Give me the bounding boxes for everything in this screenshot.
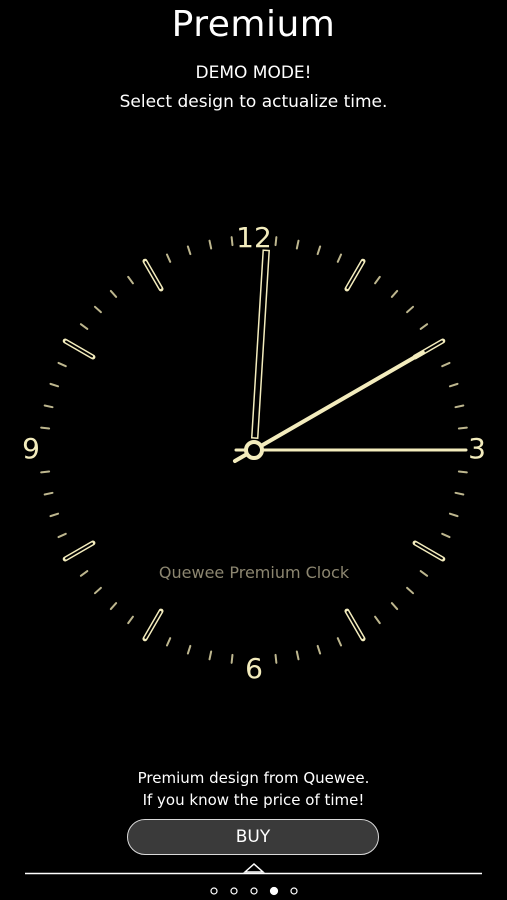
minute-tick xyxy=(419,323,429,330)
minute-tick xyxy=(230,236,234,247)
minute-tick xyxy=(43,404,54,409)
minute-tick xyxy=(79,570,89,577)
page-dot[interactable] xyxy=(290,887,298,895)
page-dot-active[interactable] xyxy=(269,886,279,896)
minute-tick xyxy=(274,653,278,664)
minute-tick xyxy=(406,305,415,314)
numeral-6: 6 xyxy=(245,652,263,685)
minute-tick xyxy=(316,245,322,256)
hour-tick-inner xyxy=(144,261,162,290)
minute-tick xyxy=(49,512,60,518)
hour-tick-inner xyxy=(414,542,443,560)
minute-tick xyxy=(374,615,381,625)
page-dot[interactable] xyxy=(210,887,218,895)
buy-button[interactable]: BUY xyxy=(127,819,379,855)
minute-tick xyxy=(49,382,60,388)
numeral-3: 3 xyxy=(468,432,486,465)
minute-tick xyxy=(454,491,465,496)
minute-tick xyxy=(109,289,118,298)
minute-tick xyxy=(295,650,300,661)
minute-tick xyxy=(448,382,459,388)
minute-tick xyxy=(186,644,192,655)
page-dot[interactable] xyxy=(250,887,258,895)
page-dot[interactable] xyxy=(230,887,238,895)
minute-tick xyxy=(79,323,89,330)
minute-tick xyxy=(93,586,102,595)
minute-tick xyxy=(336,637,343,647)
hour-hand xyxy=(250,249,270,439)
expand-up-icon[interactable] xyxy=(243,862,265,873)
minute-tick xyxy=(57,361,67,368)
minute-tick xyxy=(336,253,343,263)
clock-center-pin xyxy=(244,440,264,460)
minute-tick xyxy=(441,361,451,368)
minute-tick xyxy=(390,289,399,298)
minute-tick xyxy=(448,512,459,518)
numeral-12: 12 xyxy=(236,221,272,254)
page-indicator[interactable] xyxy=(210,886,298,896)
minute-tick xyxy=(186,245,192,256)
minute-tick xyxy=(454,404,465,409)
clock-brand-text: Quewee Premium Clock xyxy=(159,563,350,582)
minute-tick xyxy=(457,470,468,474)
bottom-panel xyxy=(25,862,482,896)
hour-tick-inner xyxy=(65,340,94,358)
minute-tick xyxy=(43,491,54,496)
minute-tick xyxy=(374,275,381,285)
clock-face[interactable]: 12 3 6 9 Quewee Premium Clock xyxy=(0,195,507,702)
minute-tick xyxy=(127,275,134,285)
page-title: Premium xyxy=(171,4,336,45)
minute-tick xyxy=(419,570,429,577)
hour-tick-inner xyxy=(346,261,364,290)
minute-tick xyxy=(274,236,278,247)
minute-tick xyxy=(165,637,172,647)
promo-line-1: Premium design from Quewee. xyxy=(137,769,370,787)
minute-tick xyxy=(295,239,300,250)
hour-tick-inner xyxy=(65,542,94,560)
hour-tick-inner xyxy=(346,610,364,639)
minute-tick xyxy=(40,470,51,474)
minute-tick xyxy=(230,653,234,664)
minute-tick xyxy=(127,615,134,625)
minute-tick xyxy=(441,532,451,539)
minute-tick xyxy=(457,426,468,430)
second-hand xyxy=(232,350,425,463)
minute-tick xyxy=(57,532,67,539)
minute-tick xyxy=(165,253,172,263)
minute-tick xyxy=(390,602,399,611)
demo-mode-label: DEMO MODE! xyxy=(195,63,312,83)
minute-tick xyxy=(109,602,118,611)
numeral-9: 9 xyxy=(22,432,40,465)
minute-tick xyxy=(316,644,322,655)
minute-tick xyxy=(40,426,51,430)
minute-tick xyxy=(93,305,102,314)
minute-tick xyxy=(406,586,415,595)
hour-tick-inner xyxy=(144,610,162,639)
minute-tick xyxy=(208,650,213,661)
minute-tick xyxy=(208,239,213,250)
instruction-text: Select design to actualize time. xyxy=(119,92,388,112)
promo-line-2: If you know the price of time! xyxy=(142,791,365,809)
